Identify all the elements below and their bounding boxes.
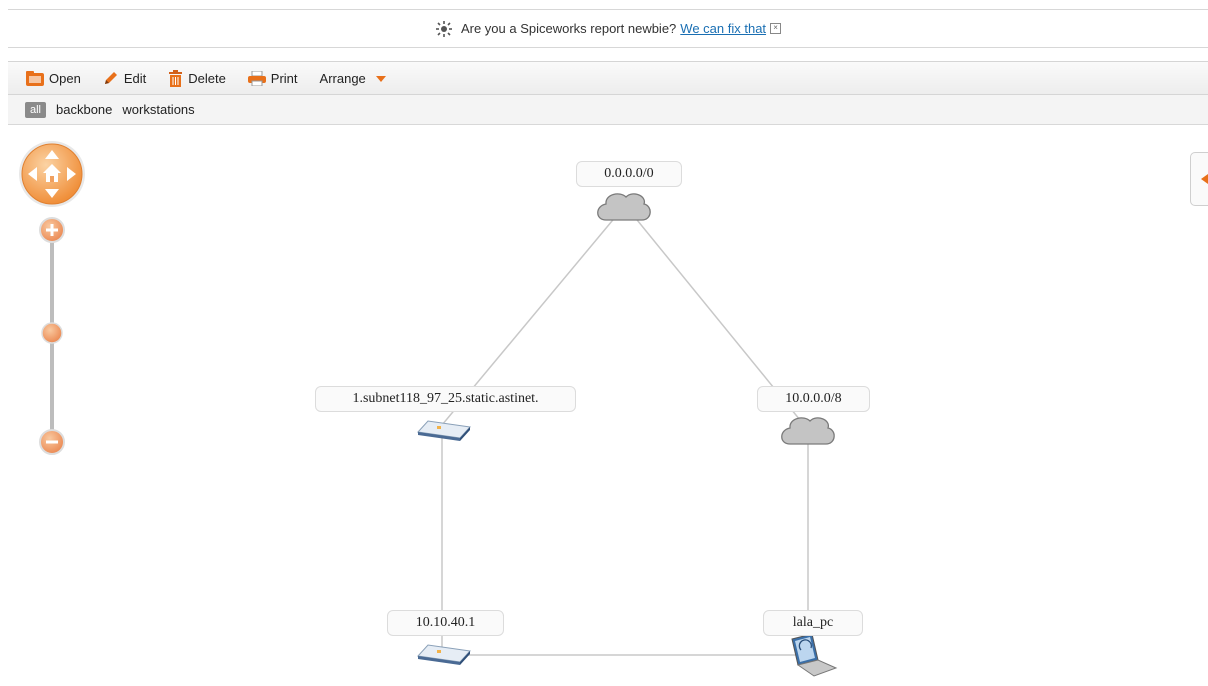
- filter-workstations[interactable]: workstations: [122, 102, 194, 117]
- edit-button[interactable]: Edit: [103, 70, 146, 86]
- delete-button[interactable]: Delete: [168, 69, 226, 87]
- open-button[interactable]: Open: [26, 70, 81, 86]
- group-filter-bar: all backbone workstations: [8, 95, 1208, 125]
- printer-icon: [247, 70, 266, 86]
- edit-label: Edit: [123, 70, 147, 86]
- side-panel-toggle[interactable]: [1190, 152, 1208, 206]
- arrange-dropdown[interactable]: Arrange: [320, 71, 386, 86]
- cloud-icon[interactable]: [781, 417, 835, 445]
- delete-label: Delete: [188, 70, 226, 86]
- laptop-icon[interactable]: [791, 633, 838, 677]
- node-label[interactable]: 0.0.0.0/0: [576, 161, 682, 187]
- node-label[interactable]: 10.10.40.1: [387, 610, 504, 636]
- sparkle-icon: [435, 20, 452, 37]
- node-label[interactable]: 10.0.0.0/8: [757, 386, 870, 412]
- folder-icon: [26, 70, 44, 86]
- fix-that-link[interactable]: We can fix that: [680, 21, 766, 36]
- node-label[interactable]: lala_pc: [763, 610, 863, 636]
- filter-all[interactable]: all: [25, 101, 47, 118]
- banner-close-icon[interactable]: ×: [770, 23, 782, 34]
- switch-icon[interactable]: [416, 644, 472, 665]
- arrange-label: Arrange: [319, 70, 366, 86]
- filter-backbone[interactable]: backbone: [56, 102, 112, 117]
- pencil-icon: [104, 72, 117, 84]
- newbie-banner: Are you a Spiceworks report newbie? We c…: [8, 9, 1208, 48]
- print-button[interactable]: Print: [247, 70, 298, 86]
- chevron-down-icon: [375, 76, 386, 82]
- cloud-icon[interactable]: [597, 193, 651, 221]
- banner-text: Are you a Spiceworks report newbie?: [460, 21, 677, 36]
- map-toolbar: Open Edit Delete Print Arrange: [8, 61, 1208, 95]
- trash-icon: [169, 69, 183, 87]
- node-label[interactable]: 1.subnet118_97_25.static.astinet.: [315, 386, 576, 412]
- switch-icon[interactable]: [416, 420, 472, 441]
- print-label: Print: [270, 70, 298, 86]
- open-label: Open: [49, 70, 81, 86]
- network-map-canvas: [416, 193, 838, 677]
